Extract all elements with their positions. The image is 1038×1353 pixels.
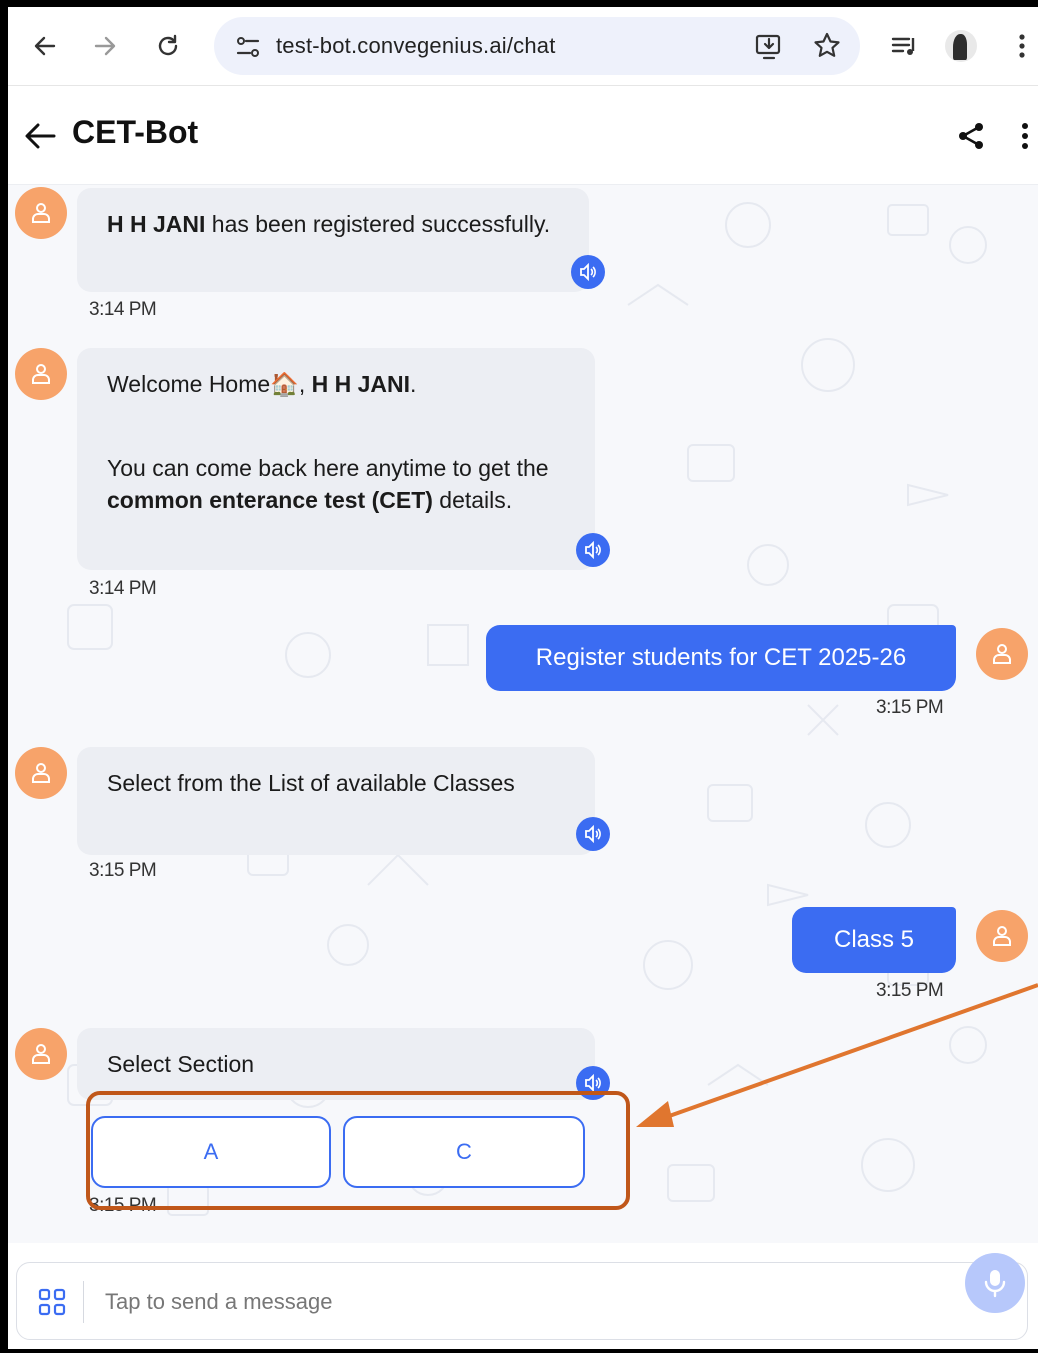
divider bbox=[83, 1281, 84, 1323]
user-icon bbox=[32, 1044, 50, 1064]
bot-avatar bbox=[15, 187, 67, 239]
address-bar[interactable]: test-bot.convegenius.ai/chat bbox=[214, 17, 860, 75]
user-icon bbox=[993, 926, 1011, 946]
user-icon bbox=[32, 203, 50, 223]
message-placeholder[interactable]: Tap to send a message bbox=[105, 1289, 332, 1315]
user-icon bbox=[993, 644, 1011, 664]
back-arrow-icon[interactable] bbox=[22, 118, 58, 154]
apps-grid-icon[interactable] bbox=[37, 1287, 67, 1317]
bot-avatar bbox=[15, 747, 67, 799]
chat-menu-icon[interactable] bbox=[1012, 116, 1038, 156]
welcome-line: Welcome Home🏠, H H JANI. bbox=[107, 371, 417, 397]
speaker-icon[interactable] bbox=[571, 255, 605, 289]
microphone-icon[interactable] bbox=[965, 1253, 1025, 1313]
speaker-icon[interactable] bbox=[576, 533, 610, 567]
bot-message-welcome: Welcome Home🏠, H H JANI. You can come ba… bbox=[77, 348, 595, 570]
bookmark-star-icon[interactable] bbox=[812, 31, 842, 61]
message-time: 3:15 PM bbox=[876, 697, 944, 718]
profile-avatar-icon[interactable] bbox=[944, 29, 978, 63]
share-icon[interactable] bbox=[953, 116, 989, 156]
install-app-icon[interactable] bbox=[754, 31, 784, 61]
user-message-class: Class 5 bbox=[792, 907, 956, 973]
browser-toolbar: test-bot.convegenius.ai/chat bbox=[8, 7, 1038, 86]
browser-menu-icon[interactable] bbox=[1012, 29, 1032, 63]
chat-title: CET-Bot bbox=[72, 114, 199, 150]
speaker-icon[interactable] bbox=[576, 817, 610, 851]
message-time: 3:15 PM bbox=[89, 860, 157, 881]
message-time: 3:14 PM bbox=[89, 578, 157, 599]
annotation-highlight-box bbox=[86, 1091, 630, 1210]
bot-message-registered: H H JANI has been registered successfull… bbox=[77, 188, 589, 292]
reload-icon[interactable] bbox=[151, 29, 185, 63]
message-input[interactable]: Tap to send a message bbox=[16, 1262, 1028, 1340]
forward-icon[interactable] bbox=[88, 29, 122, 63]
welcome-details: You can come back here anytime to get th… bbox=[107, 455, 549, 513]
chat-messages-area[interactable]: H H JANI has been registered successfull… bbox=[8, 185, 1038, 1243]
house-emoji: 🏠 bbox=[270, 371, 299, 397]
message-text: has been registered successfully. bbox=[205, 211, 551, 237]
user-avatar bbox=[976, 910, 1028, 962]
message-time: 3:14 PM bbox=[89, 299, 157, 320]
annotation-arrow bbox=[636, 983, 1038, 1127]
bot-message-select-class: Select from the List of available Classe… bbox=[77, 747, 595, 855]
media-control-icon[interactable] bbox=[888, 29, 922, 63]
bot-message-select-section: Select Section bbox=[77, 1028, 595, 1100]
chat-header: CET-Bot bbox=[8, 86, 1038, 185]
user-icon bbox=[32, 763, 50, 783]
user-message-register: Register students for CET 2025-26 bbox=[486, 625, 956, 691]
url-text[interactable]: test-bot.convegenius.ai/chat bbox=[276, 33, 556, 59]
message-composer: Tap to send a message bbox=[8, 1243, 1038, 1349]
student-name: H H JANI bbox=[107, 211, 206, 237]
back-icon[interactable] bbox=[28, 29, 62, 63]
user-avatar bbox=[976, 628, 1028, 680]
bot-avatar bbox=[15, 1028, 67, 1080]
bot-avatar bbox=[15, 348, 67, 400]
site-settings-icon[interactable] bbox=[234, 33, 262, 61]
user-icon bbox=[32, 364, 50, 384]
